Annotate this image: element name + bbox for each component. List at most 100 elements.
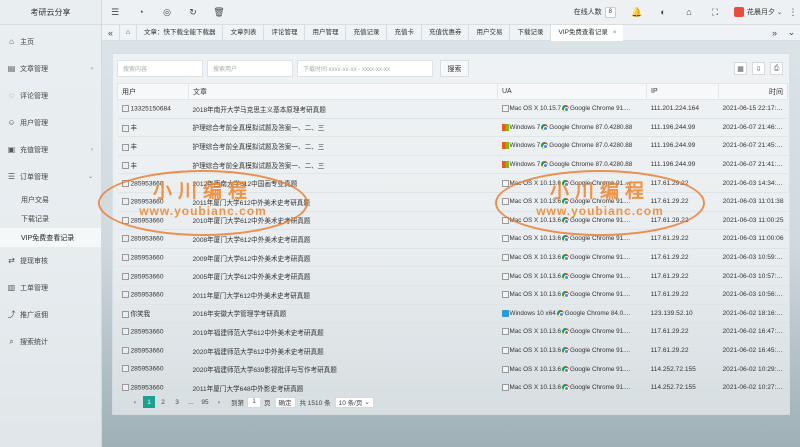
tabs-scroll-right-icon[interactable]: »: [766, 25, 783, 41]
user-menu[interactable]: 花晨月夕 ⌄: [733, 7, 782, 17]
ip-cell: 111.196.244.99: [646, 155, 719, 175]
post-cell: 2011年厦门大学612中外美术史考研真题: [188, 192, 498, 212]
goto-confirm-button[interactable]: 确定: [274, 396, 296, 408]
column-header[interactable]: 用户: [117, 83, 189, 100]
tab[interactable]: 文章：快下载全能下载器: [135, 24, 223, 41]
tab[interactable]: 充值记录: [345, 24, 386, 41]
tag-icon[interactable]: ⌂: [676, 0, 702, 25]
ip-cell: 117.61.29.22: [646, 173, 719, 193]
page-size-select[interactable]: 10 条/页 ⌄: [334, 396, 374, 408]
sidebar-subitem[interactable]: 用户交易: [0, 190, 101, 209]
ip-cell: 123.139.52.10: [646, 304, 719, 324]
table-row[interactable]: 285953660 2020年福建师范大学612中外美术史考研真题 Mac OS X…: [117, 341, 788, 361]
table-row[interactable]: 丰 护理综合考前全真模拟试题及答案一、二、三 Windows 7 Google Chr…: [117, 155, 788, 175]
table-row[interactable]: 285953660 2010年厦门大学612中外美术史考研真题 Mac OS X 1…: [117, 211, 788, 231]
sidebar-subitem[interactable]: 下载记录: [0, 209, 101, 228]
browser-name: Google Chrome 91....: [569, 365, 631, 373]
os-name: Mac OS X 10.13.6: [509, 291, 561, 299]
tab[interactable]: 用户管理: [304, 24, 345, 41]
page-button[interactable]: 2: [157, 396, 169, 408]
sidebar-item[interactable]: ▥ 工单管理: [0, 274, 101, 301]
table-row[interactable]: 285953660 2011年厦门大学648中外影史考研真题 Mac OS X 10…: [117, 378, 788, 398]
page-button[interactable]: 95: [199, 396, 211, 408]
columns-icon[interactable]: ▦: [734, 62, 747, 75]
page-list: 1 2 3... 95: [143, 396, 213, 408]
post-cell: 2005年厦门大学612中外美术史考研真题: [188, 266, 498, 286]
more-icon[interactable]: ⋮: [786, 0, 800, 25]
sidebar-item[interactable]: ▣ 充值管理 ‹: [0, 136, 101, 163]
page-button[interactable]: 3: [171, 396, 183, 408]
table-row[interactable]: 285953660 2008年厦门大学612中外美术史考研真题 Mac OS X 1…: [117, 229, 788, 249]
table-row[interactable]: 285953660 2012年西南大学612中国画专业真题 Mac OS X 10.…: [117, 173, 788, 193]
post-search-input[interactable]: 搜索用户: [207, 60, 293, 77]
sidebar-item[interactable]: ☺ 用户管理: [0, 109, 101, 136]
sidebar-item[interactable]: ⇄ 提现审核: [0, 247, 101, 274]
column-header[interactable]: 时间: [718, 83, 788, 100]
table-row[interactable]: 285953660 2005年厦门大学612中外美术史考研真题 Mac OS X 1…: [117, 266, 788, 286]
user-name: 285953660: [130, 328, 164, 336]
user-cell: 285953660: [117, 322, 189, 342]
sidebar-item[interactable]: ☰ 订单管理 ⌄: [0, 163, 101, 190]
tab[interactable]: 文章列表: [222, 24, 263, 41]
tabs-scroll-left-icon[interactable]: «: [102, 25, 119, 41]
tab-home[interactable]: ⌂: [119, 24, 136, 41]
dashboard-icon[interactable]: ◔: [128, 0, 154, 25]
globe-icon[interactable]: ◎: [154, 0, 180, 25]
close-icon[interactable]: ×: [613, 25, 617, 41]
user-search-input[interactable]: 搜索内容: [117, 60, 203, 77]
sidebar-item[interactable]: ⌕ 搜索统计: [0, 328, 101, 355]
sidebar-item[interactable]: ⤴ 推广返佣: [0, 301, 101, 328]
post-cell: 护理综合考前全真模拟试题及答案一、二、三: [188, 155, 498, 175]
column-header[interactable]: 文章: [188, 83, 498, 100]
tab[interactable]: VIP免费查看记录 ×: [550, 24, 624, 41]
sidebar-item[interactable]: ▤ 文章管理 ‹: [0, 55, 101, 82]
sidebar-subitem[interactable]: VIP免费查看记录: [0, 228, 101, 247]
refresh-icon[interactable]: ↻: [180, 0, 206, 25]
tab[interactable]: 用户交易: [468, 24, 509, 41]
order-icon: ☰: [7, 172, 16, 181]
export-icon[interactable]: ⇩: [752, 62, 765, 75]
tab[interactable]: 下载记录: [509, 24, 550, 41]
table-row[interactable]: 285953660 2011年厦门大学612中外美术史考研真题 Mac OS X 1…: [117, 192, 788, 212]
table-row[interactable]: 285953660 2011年厦门大学612中外美术史考研真题 Mac OS X 1…: [117, 285, 788, 305]
column-header[interactable]: UA: [497, 83, 647, 100]
time-range-input[interactable]: 下载时间 xxxx-xx-xx - xxxx-xx-xx: [297, 60, 433, 77]
tab[interactable]: 充值优惠券: [420, 24, 469, 41]
apple-icon: [501, 179, 509, 187]
time-cell: 2021-06-02 16:45:55: [718, 341, 788, 361]
bell-icon[interactable]: 🔔: [624, 0, 650, 25]
sidebar: 考研云分享 ⌂ 主页 ▤ 文章管理 ‹ ◌ 评论管理 ☺ 用户管理 ▣ 充值管理 ‹ ☰ 订单管理 ⌄ 用户交…: [0, 0, 102, 447]
sidebar-item-label: 评论管理: [20, 92, 48, 100]
tabs-menu-icon[interactable]: ⌄: [783, 25, 800, 41]
ua-cell: Mac OS X 10.13.6 Google Chrome 91....: [497, 285, 647, 305]
apple-icon: [501, 365, 509, 373]
table-row[interactable]: 285953660 2020年福建师范大学639影视批评与写作考研真题 Mac OS…: [117, 359, 788, 379]
table-row[interactable]: 丰 护理综合考前全真模拟试题及答案一、二、三 Windows 7 Google Chr…: [117, 136, 788, 156]
theme-icon[interactable]: ◐: [650, 0, 676, 25]
tab[interactable]: 充值卡: [386, 24, 421, 41]
sidebar-item[interactable]: ⌂ 主页: [0, 28, 101, 55]
ua-cell: Windows 7 Google Chrome 87.0.4280.88: [497, 118, 647, 138]
prev-page-button[interactable]: ‹: [129, 396, 141, 408]
post-cell: 2008年厦门大学612中外美术史考研真题: [188, 229, 498, 249]
wallet-icon: ▣: [7, 145, 16, 154]
goto-page-input[interactable]: 1: [247, 396, 261, 408]
table-row[interactable]: 丰 护理综合考前全真模拟试题及答案一、二、三 Windows 7 Google Chr…: [117, 118, 788, 138]
table-row[interactable]: 285953660 2019年福建师范大学612中外美术史考研真题 Mac OS X…: [117, 322, 788, 342]
ip-cell: 111.201.224.164: [646, 99, 719, 119]
table-row[interactable]: 你笑我 2016年安徽大学管理学考研真题 Windows 10 x64 Google …: [117, 304, 788, 324]
fullscreen-icon[interactable]: ⛶: [702, 0, 728, 25]
table-row[interactable]: 285953660 2009年厦门大学612中外美术史考研真题 Mac OS X 1…: [117, 248, 788, 268]
column-header[interactable]: IP: [646, 83, 719, 100]
user-cell: 285953660: [117, 248, 189, 268]
page-button[interactable]: 1: [143, 396, 155, 408]
table-row[interactable]: 13325150684 2018年南开大学马克思主义基本原理考研真题 Mac OS …: [117, 99, 788, 119]
search-button[interactable]: 搜索: [440, 60, 469, 77]
print-icon[interactable]: ⎙: [770, 62, 783, 75]
tab[interactable]: 评论管理: [263, 24, 304, 41]
sidebar-item[interactable]: ◌ 评论管理: [0, 82, 101, 109]
menu-toggle-icon[interactable]: ☰: [102, 0, 128, 25]
user-name: 285953660: [130, 216, 164, 224]
next-page-button[interactable]: ›: [213, 396, 225, 408]
trash-icon[interactable]: 🗑: [206, 0, 232, 25]
